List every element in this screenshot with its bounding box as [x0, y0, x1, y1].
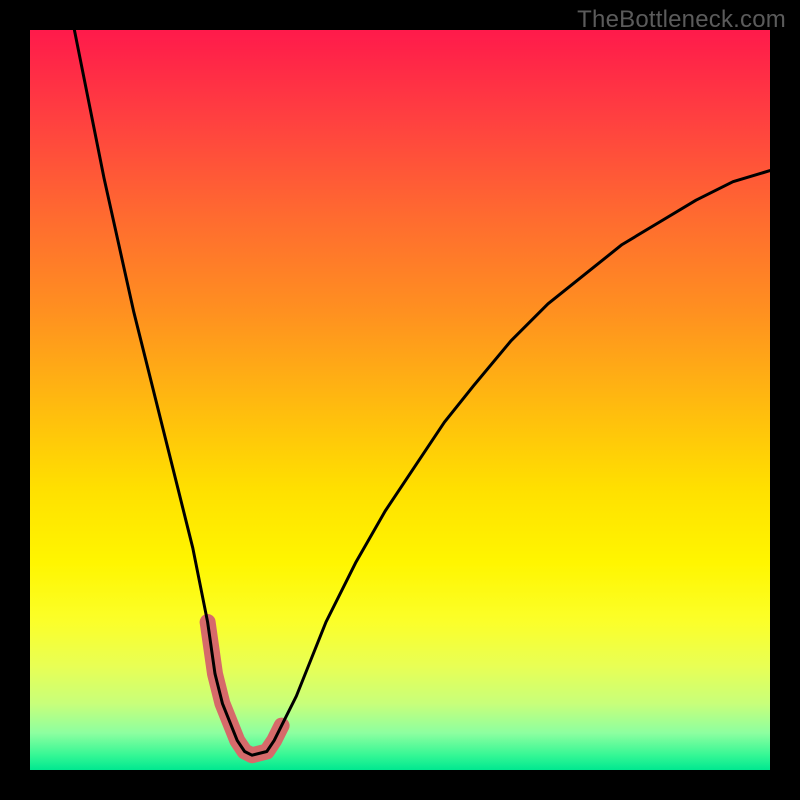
plot-area	[30, 30, 770, 770]
curve-path	[74, 30, 770, 755]
bottleneck-curve-svg	[30, 30, 770, 770]
chart-frame: TheBottleneck.com	[0, 0, 800, 800]
